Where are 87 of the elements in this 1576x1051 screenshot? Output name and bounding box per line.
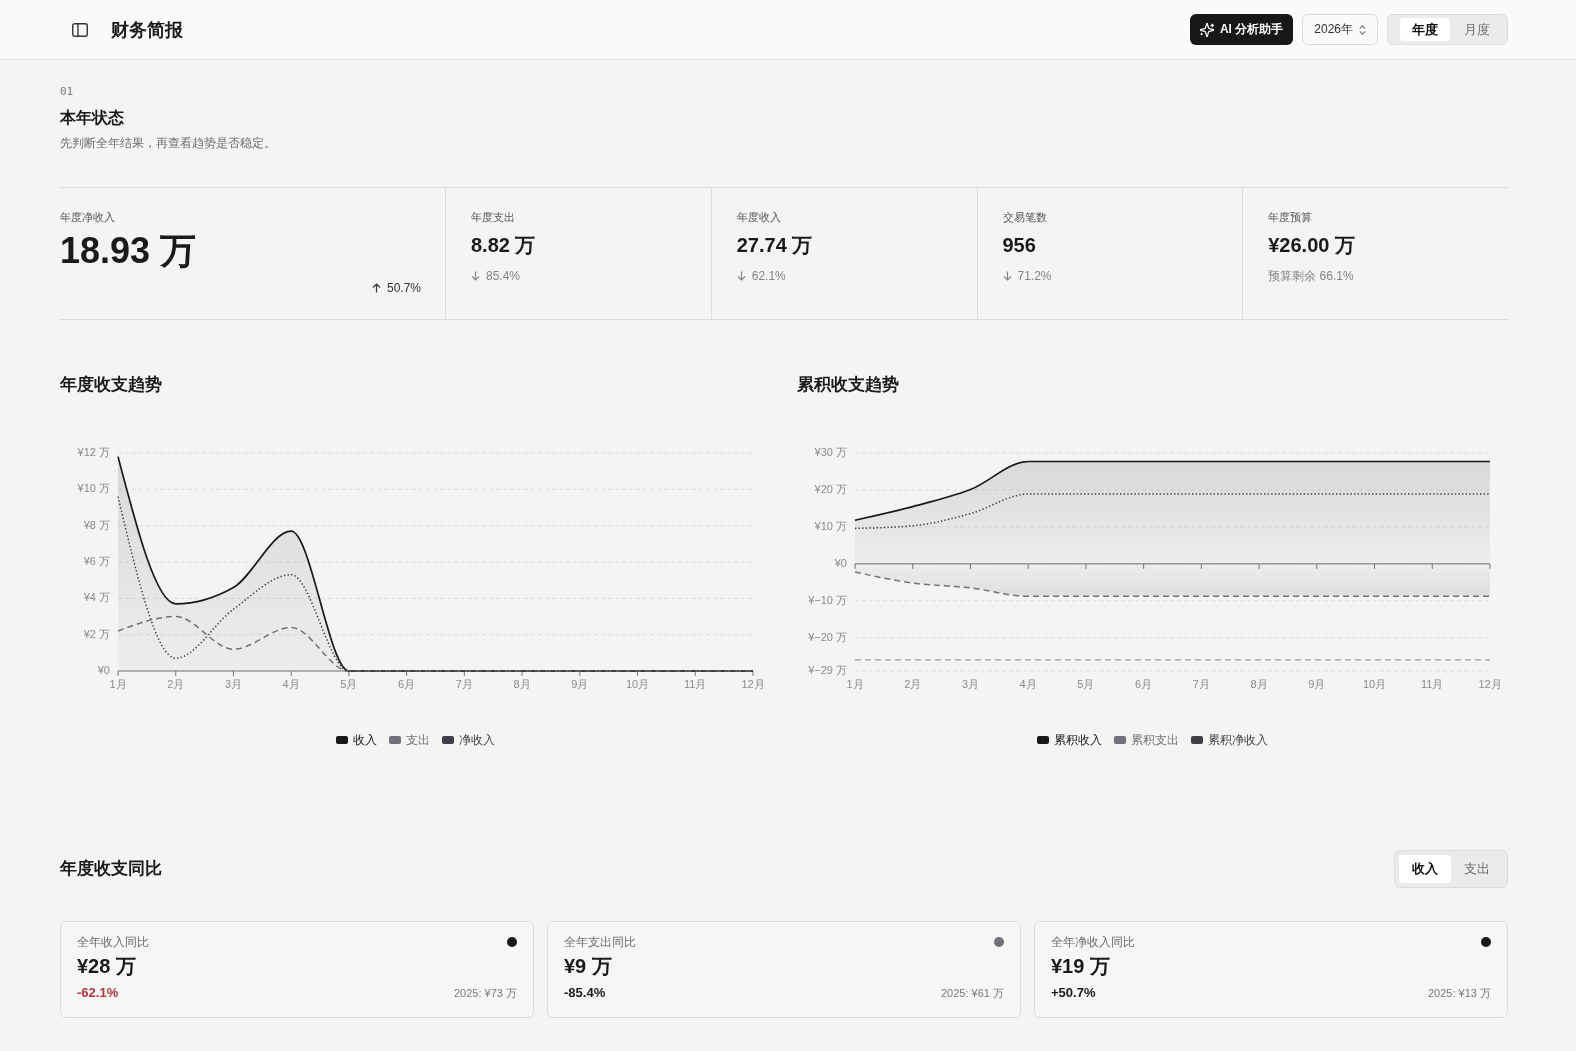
card-value: ¥28 万 [77, 954, 136, 979]
ai-assistant-button[interactable]: AI 分析助手 [1189, 14, 1294, 45]
axis-label: 1月 [109, 677, 127, 690]
chart-title: 年度收支趋势 [60, 374, 162, 396]
axis-label: 3月 [224, 677, 242, 690]
axis-label: ¥8 万 [83, 518, 110, 531]
metric-value: 18.93 万 [60, 231, 197, 271]
axis-label: 10月 [1362, 677, 1387, 690]
metric-label: 交易笔数 [1002, 210, 1047, 224]
axis-label: 2月 [167, 677, 185, 690]
axis-label: ¥0 [97, 663, 110, 676]
app-title: 财务简报 [111, 18, 183, 42]
axis-label: 12月 [741, 677, 765, 690]
axis-label: 12月 [1478, 677, 1502, 690]
axis-label: 1月 [846, 677, 864, 690]
card-change: -62.1% [77, 984, 119, 1002]
legend-label: 累积收入 [1054, 732, 1102, 748]
axis-label: ¥10 万 [77, 482, 110, 495]
axis-label: 3月 [961, 677, 979, 690]
axis-label: ¥0 [834, 556, 847, 569]
axis-label: ¥30 万 [814, 445, 847, 458]
metric-change: 71.2% [1017, 268, 1052, 284]
metric-value: 27.74 万 [736, 233, 813, 258]
axis-label: 6月 [1135, 677, 1153, 690]
legend-label: 收入 [353, 732, 377, 748]
card-previous-value: 2025: ¥13 万 [1428, 986, 1491, 1001]
chart-title: 累积收支趋势 [797, 374, 899, 396]
axis-label: 8月 [1250, 677, 1268, 690]
period-tab[interactable]: 月度 [1452, 18, 1502, 41]
section-title: 年度收支同比 [60, 858, 162, 880]
axis-label: 10月 [625, 677, 650, 690]
metric-change: 62.1% [751, 268, 786, 284]
card-label: 全年支出同比 [564, 934, 636, 950]
metric-label: 年度支出 [471, 210, 515, 224]
legend-label: 净收入 [459, 732, 495, 748]
axis-label: 8月 [513, 677, 531, 690]
axis-label: 9月 [571, 677, 589, 690]
axis-label: 4月 [1019, 677, 1037, 690]
legend-label: 累积净收入 [1208, 732, 1268, 748]
axis-label: ¥−10 万 [808, 593, 847, 606]
card-previous-value: 2025: ¥73 万 [454, 986, 517, 1001]
metric-value: ¥26.00 万 [1268, 233, 1355, 258]
axis-label: ¥12 万 [77, 445, 110, 458]
section-number: 01 [60, 85, 74, 99]
metric-label: 年度预算 [1268, 210, 1313, 224]
axis-label: 2月 [904, 677, 922, 690]
axis-label: 5月 [1077, 677, 1095, 690]
card-value: ¥19 万 [1051, 954, 1110, 979]
period-tab[interactable]: 年度 [1400, 18, 1450, 41]
card-value: ¥9 万 [564, 954, 612, 979]
metric-label: 年度收入 [736, 210, 781, 224]
card-label: 全年收入同比 [77, 934, 149, 950]
axis-label: ¥20 万 [814, 482, 847, 495]
sidebar-icon [72, 22, 88, 37]
axis-label: ¥6 万 [83, 554, 110, 567]
card-label: 全年净收入同比 [1051, 934, 1135, 950]
sparkles-icon [1199, 22, 1214, 37]
axis-label: 7月 [455, 677, 473, 690]
axis-label: 6月 [398, 677, 416, 690]
card-change: +50.7% [1051, 984, 1096, 1002]
axis-label: 5月 [340, 677, 358, 690]
legend-label: 支出 [406, 732, 430, 748]
metric-change: 50.7% [386, 280, 421, 296]
axis-label: ¥2 万 [83, 627, 110, 640]
section-description: 先判断全年结果，再查看趋势是否稳定。 [60, 135, 276, 152]
axis-label: ¥10 万 [814, 519, 847, 532]
axis-label: 4月 [282, 677, 300, 690]
axis-label: 9月 [1308, 677, 1326, 690]
axis-label: 11月 [684, 677, 707, 690]
metric-change: 85.4% [486, 268, 521, 284]
axis-label: ¥4 万 [83, 591, 110, 604]
metric-value: 8.82 万 [471, 233, 536, 258]
card-previous-value: 2025: ¥61 万 [941, 986, 1004, 1001]
card-change: -85.4% [564, 984, 606, 1002]
metric-tab[interactable]: 支出 [1451, 855, 1503, 883]
section-title: 本年状态 [60, 108, 124, 128]
metric-label: 年度净收入 [60, 210, 115, 224]
metric-change: 预算剩余 66.1% [1268, 268, 1354, 284]
axis-label: 11月 [1421, 677, 1444, 690]
chevron-up-down-icon [1359, 24, 1366, 35]
legend-label: 累积支出 [1131, 732, 1179, 748]
axis-label: 7月 [1192, 677, 1210, 690]
year-select[interactable]: 2026年 [1302, 14, 1378, 45]
axis-label: ¥−20 万 [808, 630, 847, 643]
metric-tab[interactable]: 收入 [1399, 855, 1451, 883]
metric-value: 956 [1002, 233, 1036, 258]
axis-label: ¥−29 万 [808, 663, 847, 676]
